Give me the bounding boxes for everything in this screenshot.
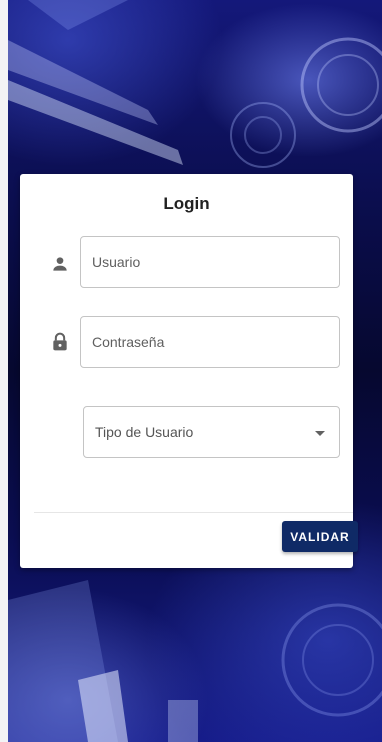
username-input[interactable] xyxy=(92,254,339,270)
user-type-label: Tipo de Usuario xyxy=(95,424,194,440)
password-input[interactable] xyxy=(92,334,339,350)
username-field[interactable] xyxy=(80,236,340,288)
person-icon xyxy=(50,254,70,274)
user-type-select[interactable]: Tipo de Usuario xyxy=(83,406,340,458)
login-title: Login xyxy=(163,194,210,213)
card-divider xyxy=(34,512,353,513)
password-field[interactable] xyxy=(80,316,340,368)
login-card: Login Tipo de Usuario VALIDAR xyxy=(20,174,358,568)
validate-button[interactable]: VALIDAR xyxy=(282,521,358,552)
caret-down-icon xyxy=(315,424,325,440)
lock-icon xyxy=(50,332,70,352)
